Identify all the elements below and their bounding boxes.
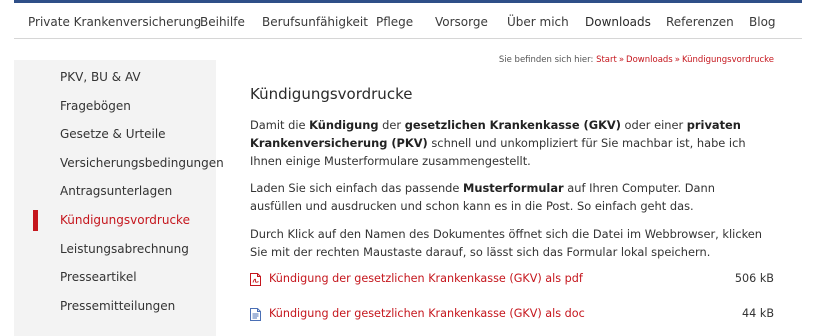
breadcrumb: Sie befinden sich hier: Start» Downloads»… — [499, 55, 774, 65]
nav-item-vorsorge[interactable]: Vorsorge — [435, 15, 488, 29]
download-link-gkv-pdf[interactable]: Kündigung der gesetzlichen Krankenkasse … — [269, 272, 583, 285]
nav-item-berufsunfaehigkeit[interactable]: Berufsunfähigkeit — [262, 15, 368, 29]
download-row: Kündigung der gesetzlichen Krankenkasse … — [250, 307, 774, 323]
sidebar: PKV, BU & AV Fragebögen Gesetze & Urteil… — [14, 60, 224, 336]
doc-file-icon[interactable] — [250, 308, 261, 321]
sidebar-item-pkv-bu-av[interactable]: PKV, BU & AV — [60, 70, 141, 84]
breadcrumb-link-start[interactable]: Start — [596, 55, 617, 65]
nav-item-ueber-mich[interactable]: Über mich — [507, 15, 569, 29]
breadcrumb-separator: » — [618, 55, 625, 65]
sidebar-item-versicherungsbedingungen[interactable]: Versicherungsbedingungen — [60, 156, 224, 170]
breadcrumb-separator: » — [674, 55, 680, 65]
breadcrumb-current[interactable]: Kündigungsvordrucke — [682, 55, 774, 65]
nav-item-referenzen[interactable]: Referenzen — [666, 15, 734, 29]
sidebar-item-leistungsabrechnung[interactable]: Leistungsabrechnung — [60, 242, 189, 256]
breadcrumb-link-downloads[interactable]: Downloads — [626, 55, 673, 65]
sidebar-item-pressemitteilungen[interactable]: Pressemitteilungen — [60, 299, 175, 313]
main-nav: Private Krankenversicherung Beihilfe Ber… — [14, 3, 802, 39]
file-size: 506 kB — [734, 272, 774, 285]
nav-item-downloads[interactable]: Downloads — [585, 15, 651, 29]
breadcrumb-prefix: Sie befinden sich hier: — [498, 55, 594, 65]
sidebar-item-kuendigungsvordrucke[interactable]: Kündigungsvordrucke — [60, 213, 190, 227]
instructions-paragraph: Laden Sie sich einfach das passende Must… — [250, 181, 715, 213]
download-link-gkv-doc[interactable]: Kündigung der gesetzlichen Krankenkasse … — [269, 307, 585, 320]
nav-item-pflege[interactable]: Pflege — [376, 15, 413, 29]
sidebar-item-presseartikel[interactable]: Presseartikel — [60, 270, 137, 284]
sidebar-item-antragsunterlagen[interactable]: Antragsunterlagen — [60, 184, 172, 198]
file-size: 44 kB — [742, 307, 774, 320]
nav-item-private-krankenversicherung[interactable]: Private Krankenversicherung — [28, 15, 201, 29]
download-row: Kündigung der gesetzlichen Krankenkasse … — [250, 272, 774, 288]
nav-item-beihilfe[interactable]: Beihilfe — [200, 15, 245, 29]
sidebar-item-gesetze-urteile[interactable]: Gesetze & Urteile — [60, 127, 166, 141]
help-paragraph: Durch Klick auf den Namen des Dokumentes… — [250, 227, 763, 259]
pdf-file-icon[interactable] — [250, 273, 261, 286]
sidebar-item-frageboegen[interactable]: Fragebögen — [60, 99, 131, 113]
page-title: Kündigungsvordrucke — [250, 85, 413, 103]
nav-item-blog[interactable]: Blog — [749, 15, 776, 29]
active-item-marker — [33, 210, 38, 231]
intro-paragraph: Damit die Kündigung der gesetzlichen Kra… — [250, 118, 746, 168]
